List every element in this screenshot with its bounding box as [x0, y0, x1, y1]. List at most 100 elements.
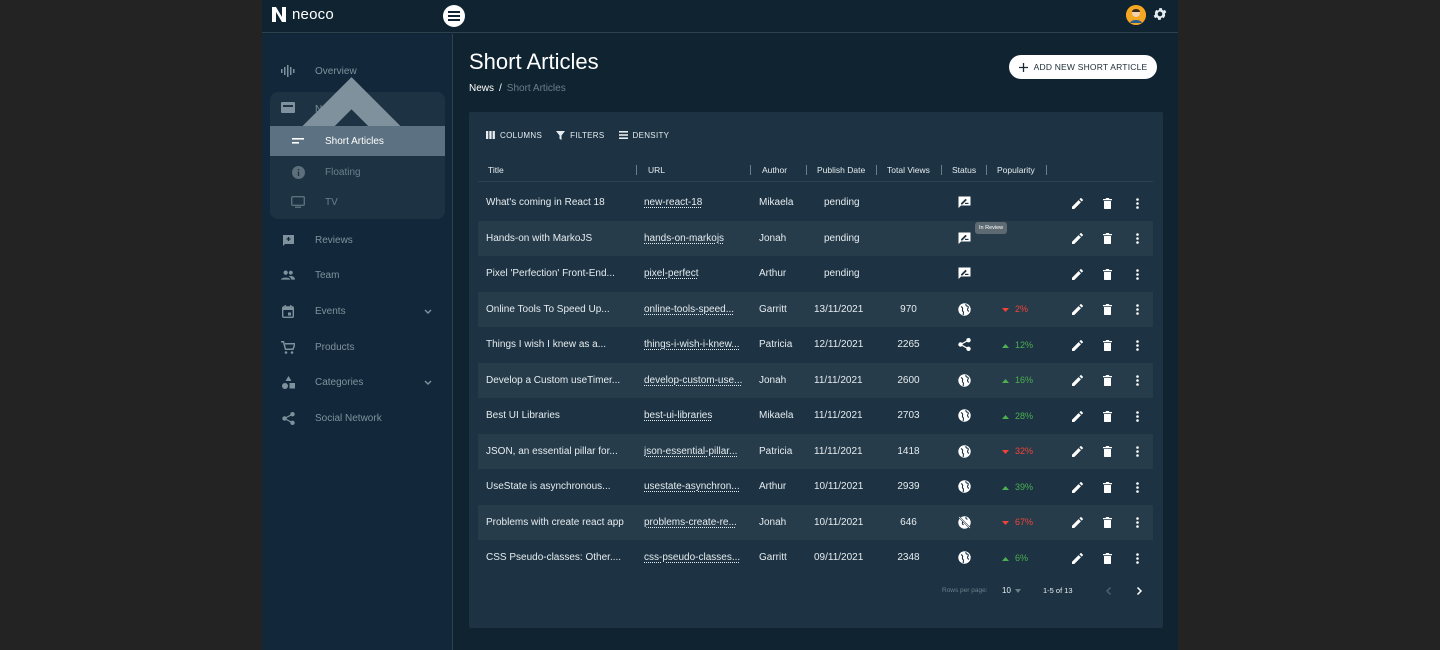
popularity-value: 16%: [1015, 375, 1034, 386]
sidebar-item-categories[interactable]: Categories: [270, 365, 445, 399]
menu-toggle-button[interactable]: [443, 5, 465, 27]
edit-icon[interactable]: [1070, 480, 1084, 494]
cell-url-link[interactable]: problems-create-re...: [644, 505, 748, 541]
cell-author: Jonah: [759, 374, 787, 386]
edit-icon[interactable]: [1070, 232, 1084, 246]
column-header-publish-date[interactable]: Publish Date: [817, 158, 865, 182]
column-header-author[interactable]: Author: [762, 158, 787, 182]
cell-url-link[interactable]: develop-custom-use...: [644, 363, 748, 399]
column-header-total-views[interactable]: Total Views: [887, 158, 930, 182]
table-row[interactable]: UseState is asynchronous... usestate-asyn…: [478, 469, 1153, 505]
table-toolbar: COLUMNS FILTERS DENSITY: [486, 128, 669, 142]
more-vert-icon[interactable]: [1130, 409, 1144, 423]
sidebar-item-news[interactable]: News: [270, 76, 445, 150]
chevron-right-icon[interactable]: [1133, 585, 1145, 597]
table-row[interactable]: JSON, an essential pillar for... json-ess…: [478, 433, 1153, 470]
edit-icon[interactable]: [1070, 267, 1084, 281]
edit-icon[interactable]: [1070, 374, 1084, 388]
edit-icon[interactable]: [1070, 303, 1084, 317]
edit-icon[interactable]: [1070, 516, 1084, 530]
density-button[interactable]: DENSITY: [618, 128, 670, 142]
column-separator[interactable]: [876, 165, 877, 175]
more-vert-icon[interactable]: [1130, 267, 1144, 281]
edit-icon[interactable]: [1070, 409, 1084, 423]
sidebar-item-reviews[interactable]: Reviews: [270, 223, 445, 257]
sidebar-item-tv[interactable]: TV: [270, 187, 445, 217]
column-header-url[interactable]: URL: [648, 158, 665, 182]
cell-url-link[interactable]: new-react-18: [644, 185, 748, 221]
more-vert-icon[interactable]: [1130, 551, 1144, 565]
more-vert-icon[interactable]: [1130, 303, 1144, 317]
delete-icon[interactable]: [1100, 303, 1114, 317]
cell-url-link[interactable]: pixel-perfect: [644, 256, 748, 292]
column-separator[interactable]: [750, 165, 751, 175]
table-row[interactable]: Develop a Custom useTimer... develop-cust…: [478, 362, 1153, 399]
more-vert-icon[interactable]: [1130, 232, 1144, 246]
sidebar-item-label: Team: [315, 269, 340, 281]
table-row[interactable]: What's coming in React 18 new-react-18 Mik…: [478, 185, 1153, 221]
cell-url-link[interactable]: hands-on-markojs: [644, 221, 748, 257]
cell-url-link[interactable]: best-ui-libraries: [644, 398, 748, 434]
column-header-title[interactable]: Title: [488, 158, 504, 182]
delete-icon[interactable]: [1100, 374, 1114, 388]
cell-title: Things I wish I knew as a...: [486, 339, 607, 351]
column-header-status[interactable]: Status: [952, 158, 976, 182]
column-header-popularity[interactable]: Popularity: [997, 158, 1035, 182]
more-vert-icon[interactable]: [1130, 480, 1144, 494]
table-row[interactable]: Best UI Libraries best-ui-libraries Mikael…: [478, 398, 1153, 434]
table-row[interactable]: Hands-on with MarkoJS hands-on-markojs Jon…: [478, 220, 1153, 257]
cell-publish-date: pending: [824, 232, 860, 244]
table-row[interactable]: Problems with create react app problems-c…: [478, 504, 1153, 541]
sidebar-item-floating[interactable]: Floating: [270, 157, 445, 187]
more-vert-icon[interactable]: [1130, 196, 1144, 210]
sidebar-item-social-network[interactable]: Social Network: [270, 401, 445, 435]
density-icon: [618, 131, 628, 139]
delete-icon[interactable]: [1100, 196, 1114, 210]
table-row[interactable]: Pixel 'Perfection' Front-End... pixel-per…: [478, 256, 1153, 292]
column-separator[interactable]: [1046, 165, 1047, 175]
cell-url-link[interactable]: usestate-asynchron...: [644, 469, 748, 505]
edit-icon[interactable]: [1070, 551, 1084, 565]
columns-button[interactable]: COLUMNS: [486, 128, 542, 142]
review-icon: [958, 221, 972, 257]
column-separator[interactable]: [636, 165, 637, 175]
more-vert-icon[interactable]: [1130, 374, 1144, 388]
sidebar-item-products[interactable]: Products: [270, 330, 445, 364]
rows-per-page-select[interactable]: 10: [1002, 586, 1021, 595]
breadcrumb-link-news[interactable]: News: [469, 83, 494, 94]
sidebar-item-events[interactable]: Events: [270, 294, 445, 328]
more-vert-icon[interactable]: [1130, 338, 1144, 352]
table-row[interactable]: Things I wish I knew as a... things-i-wis…: [478, 327, 1153, 363]
chevron-left-icon[interactable]: [1103, 585, 1115, 597]
column-separator[interactable]: [806, 165, 807, 175]
delete-icon[interactable]: [1100, 480, 1114, 494]
delete-icon[interactable]: [1100, 516, 1114, 530]
cell-url-link[interactable]: css-pseudo-classes...: [644, 540, 748, 576]
more-vert-icon[interactable]: [1130, 445, 1144, 459]
cell-url-link[interactable]: things-i-wish-i-knew...: [644, 327, 748, 363]
edit-icon[interactable]: [1070, 338, 1084, 352]
cell-url-link[interactable]: online-tools-speed...: [644, 292, 748, 328]
add-short-article-button[interactable]: ADD NEW SHORT ARTICLE: [1009, 55, 1157, 79]
delete-icon[interactable]: [1100, 338, 1114, 352]
cell-total-views: 970: [900, 303, 917, 315]
sidebar-item-short-articles[interactable]: Short Articles: [270, 126, 445, 156]
delete-icon[interactable]: [1100, 232, 1114, 246]
table-row[interactable]: CSS Pseudo-classes: Other.... css-pseudo-…: [478, 540, 1153, 576]
filters-button[interactable]: FILTERS: [556, 128, 604, 142]
cell-url-link[interactable]: json-essential-pillar...: [644, 434, 748, 470]
delete-icon[interactable]: [1100, 445, 1114, 459]
edit-icon[interactable]: [1070, 196, 1084, 210]
delete-icon[interactable]: [1100, 551, 1114, 565]
table-row[interactable]: Online Tools To Speed Up... online-tools-…: [478, 291, 1153, 328]
edit-icon[interactable]: [1070, 445, 1084, 459]
gear-icon[interactable]: [1152, 6, 1168, 22]
more-vert-icon[interactable]: [1130, 516, 1144, 530]
delete-icon[interactable]: [1100, 267, 1114, 281]
column-separator[interactable]: [986, 165, 987, 175]
avatar[interactable]: [1126, 5, 1146, 25]
sidebar-item-team[interactable]: Team: [270, 258, 445, 292]
column-separator[interactable]: [941, 165, 942, 175]
delete-icon[interactable]: [1100, 409, 1114, 423]
logo[interactable]: neoco: [271, 6, 334, 23]
